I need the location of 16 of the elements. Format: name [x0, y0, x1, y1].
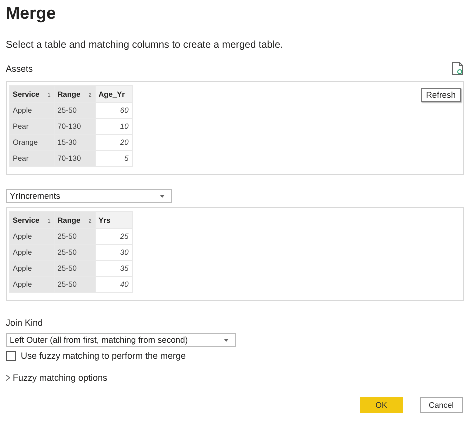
section-toggle[interactable]: Fuzzy matching options	[13, 373, 108, 383]
refresh-icon[interactable]	[452, 62, 464, 76]
dialog-title: Merge	[6, 4, 58, 25]
checkbox-label: Use fuzzy matching to perform the merge	[21, 351, 186, 361]
cancel-button[interactable]: Cancel	[420, 397, 463, 413]
join-kind-dropdown[interactable]: Left Outer (all from first, matching from second)	[6, 333, 236, 347]
checkbox[interactable]	[6, 351, 16, 361]
caret-icon	[160, 194, 165, 198]
table-dropdown[interactable]: YrIncrements	[6, 189, 172, 203]
expand-icon[interactable]	[6, 375, 10, 381]
caret-icon	[224, 338, 229, 342]
ok-button[interactable]: OK	[360, 397, 403, 413]
field-label: Join Kind	[6, 318, 44, 328]
instruction-text: Select a table and matching columns to create a merged table.	[6, 40, 284, 51]
tooltip: Refresh	[421, 88, 461, 102]
table-name: Assets	[6, 64, 34, 74]
